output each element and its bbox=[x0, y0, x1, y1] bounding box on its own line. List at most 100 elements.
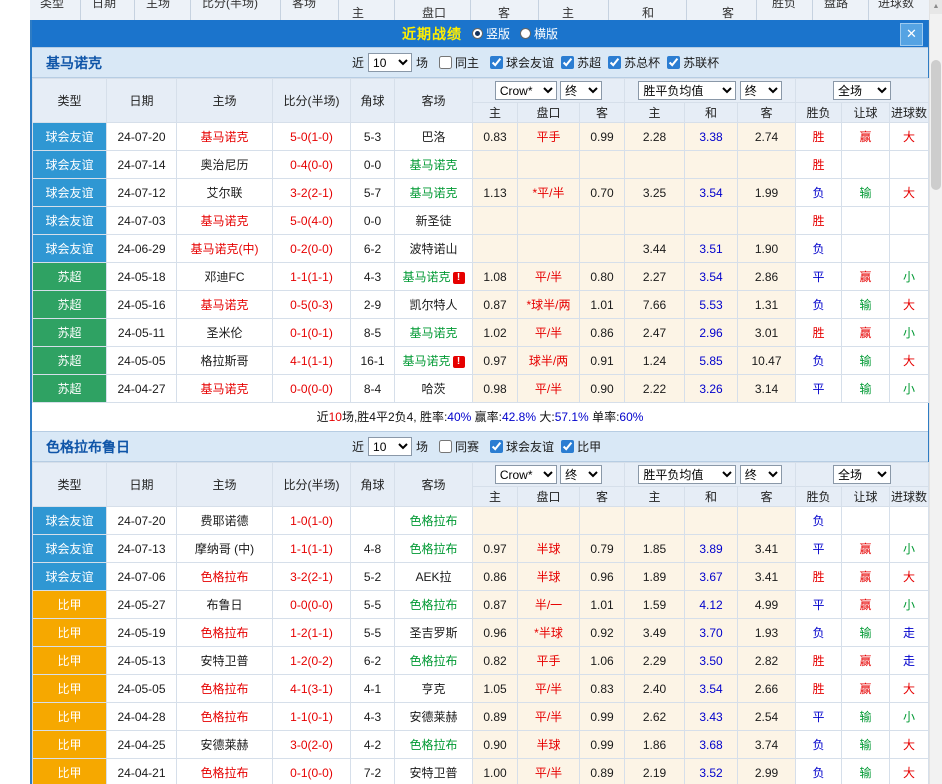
league-filter-input[interactable] bbox=[561, 56, 574, 69]
league-filter-input[interactable] bbox=[667, 56, 680, 69]
home-team[interactable]: 邓迪FC bbox=[177, 263, 273, 291]
away-team-label: AEK拉 bbox=[415, 570, 451, 584]
odds-average-select[interactable]: 胜平负均值 bbox=[638, 465, 736, 484]
team-name[interactable]: 色格拉布鲁日 bbox=[46, 437, 130, 457]
close-icon[interactable]: ✕ bbox=[900, 23, 923, 46]
handicap-line: 平/半 bbox=[518, 703, 580, 731]
away-team[interactable]: 基马诺克 bbox=[395, 179, 473, 207]
away-team[interactable]: 色格拉布 bbox=[395, 591, 473, 619]
away-team[interactable]: 基马诺克 bbox=[395, 319, 473, 347]
league-filter[interactable]: 苏总杯 bbox=[608, 54, 660, 71]
home-team[interactable]: 色格拉布 bbox=[177, 619, 273, 647]
home-team[interactable]: 圣米伦 bbox=[177, 319, 273, 347]
home-team[interactable]: 布鲁日 bbox=[177, 591, 273, 619]
away-team[interactable]: 巴洛 bbox=[395, 123, 473, 151]
home-team[interactable]: 基马诺克 bbox=[177, 207, 273, 235]
away-team[interactable]: 亨克 bbox=[395, 675, 473, 703]
away-team[interactable]: AEK拉 bbox=[395, 563, 473, 591]
radio-unselected-icon[interactable] bbox=[520, 28, 531, 39]
league-filter[interactable]: 球会友谊 bbox=[490, 438, 554, 455]
radio-selected-icon[interactable] bbox=[472, 28, 483, 39]
home-team[interactable]: 基马诺克 bbox=[177, 291, 273, 319]
league-filter[interactable]: 球会友谊 bbox=[490, 54, 554, 71]
away-team[interactable]: 新圣徒 bbox=[395, 207, 473, 235]
same-filter-input[interactable] bbox=[439, 56, 452, 69]
alert-icon[interactable]: ! bbox=[453, 272, 465, 284]
league-filter-label: 比甲 bbox=[577, 438, 601, 455]
league-filter[interactable]: 比甲 bbox=[561, 438, 601, 455]
home-team[interactable]: 摩纳哥 (中) bbox=[177, 535, 273, 563]
league-filter-input[interactable] bbox=[561, 440, 574, 453]
match-count-select[interactable]: 10 bbox=[368, 437, 412, 456]
column-header-label: 类型 bbox=[40, 0, 64, 11]
away-team[interactable]: 安德莱赫 bbox=[395, 703, 473, 731]
away-team[interactable]: 基马诺克! bbox=[395, 347, 473, 375]
recent-results-popup: 近期战绩 竖版 横版 ✕ 基马诺克 近 10 场 bbox=[30, 20, 930, 784]
away-team[interactable]: 安特卫普 bbox=[395, 759, 473, 784]
same-filter-checkbox[interactable]: 同主 bbox=[439, 54, 479, 71]
home-team[interactable]: 色格拉布 bbox=[177, 675, 273, 703]
bookmaker-select[interactable]: Crow* bbox=[495, 81, 557, 100]
summary-text: 40% bbox=[447, 410, 471, 424]
scrollbar-track[interactable]: ▲ bbox=[929, 0, 942, 784]
scrollbar-thumb[interactable] bbox=[931, 60, 941, 190]
away-team[interactable]: 凯尔特人 bbox=[395, 291, 473, 319]
league-type-badge: 球会友谊 bbox=[33, 235, 107, 263]
match-count-select[interactable]: 10 bbox=[368, 53, 412, 72]
alert-icon[interactable]: ! bbox=[453, 356, 465, 368]
league-filter[interactable]: 苏联杯 bbox=[667, 54, 719, 71]
home-team[interactable]: 安特卫普 bbox=[177, 647, 273, 675]
column-divider bbox=[868, 0, 869, 20]
home-team[interactable]: 艾尔联 bbox=[177, 179, 273, 207]
home-team[interactable]: 色格拉布 bbox=[177, 703, 273, 731]
view-option-horizontal[interactable]: 横版 bbox=[520, 25, 558, 42]
away-team[interactable]: 波特诺山 bbox=[395, 235, 473, 263]
league-filter-input[interactable] bbox=[490, 440, 503, 453]
home-team-label: 色格拉布 bbox=[200, 626, 248, 640]
away-team[interactable]: 色格拉布 bbox=[395, 507, 473, 535]
score-cell: 0-1(0-1) bbox=[273, 319, 351, 347]
league-type-badge: 苏超 bbox=[33, 375, 107, 403]
scope-select[interactable]: 全场 bbox=[833, 465, 891, 484]
home-team[interactable]: 格拉斯哥 bbox=[177, 347, 273, 375]
away-team[interactable]: 基马诺克 bbox=[395, 151, 473, 179]
matches-label: 场 bbox=[416, 54, 428, 71]
same-filter-input[interactable] bbox=[439, 440, 452, 453]
league-filter[interactable]: 苏超 bbox=[561, 54, 601, 71]
euro-final-select[interactable]: 终 bbox=[740, 465, 782, 484]
handicap-line bbox=[518, 507, 580, 535]
view-option-vertical[interactable]: 竖版 bbox=[472, 25, 510, 42]
home-team[interactable]: 基马诺克 bbox=[177, 375, 273, 403]
away-win-odds: 3.41 bbox=[738, 563, 796, 591]
league-filter-input[interactable] bbox=[608, 56, 621, 69]
bookmaker-select[interactable]: Crow* bbox=[495, 465, 557, 484]
odds-average-select[interactable]: 胜平负均值 bbox=[638, 81, 736, 100]
away-team[interactable]: 基马诺克! bbox=[395, 263, 473, 291]
goals-result-cell bbox=[890, 235, 929, 263]
away-team[interactable]: 色格拉布 bbox=[395, 647, 473, 675]
away-team[interactable]: 哈茨 bbox=[395, 375, 473, 403]
home-team[interactable]: 基马诺克(中) bbox=[177, 235, 273, 263]
scroll-up-arrow-icon[interactable]: ▲ bbox=[930, 0, 942, 14]
away-team[interactable]: 色格拉布 bbox=[395, 535, 473, 563]
away-win-odds bbox=[738, 151, 796, 179]
same-filter-checkbox[interactable]: 同赛 bbox=[439, 438, 479, 455]
away-win-odds: 1.90 bbox=[738, 235, 796, 263]
away-team[interactable]: 圣吉罗斯 bbox=[395, 619, 473, 647]
home-team[interactable]: 色格拉布 bbox=[177, 563, 273, 591]
asian-final-select[interactable]: 终 bbox=[560, 81, 602, 100]
league-filter-label: 苏总杯 bbox=[624, 54, 660, 71]
away-team[interactable]: 色格拉布 bbox=[395, 731, 473, 759]
team-name[interactable]: 基马诺克 bbox=[46, 53, 102, 73]
asian-final-select[interactable]: 终 bbox=[560, 465, 602, 484]
scope-select[interactable]: 全场 bbox=[833, 81, 891, 100]
home-team[interactable]: 基马诺克 bbox=[177, 123, 273, 151]
euro-final-select[interactable]: 终 bbox=[740, 81, 782, 100]
league-filter-input[interactable] bbox=[490, 56, 503, 69]
home-team[interactable]: 费耶诺德 bbox=[177, 507, 273, 535]
home-team[interactable]: 安德莱赫 bbox=[177, 731, 273, 759]
home-team-label: 圣米伦 bbox=[206, 326, 242, 340]
home-team[interactable]: 色格拉布 bbox=[177, 759, 273, 784]
asian-home-odds: 1.08 bbox=[473, 263, 518, 291]
home-team[interactable]: 奥治尼历 bbox=[177, 151, 273, 179]
